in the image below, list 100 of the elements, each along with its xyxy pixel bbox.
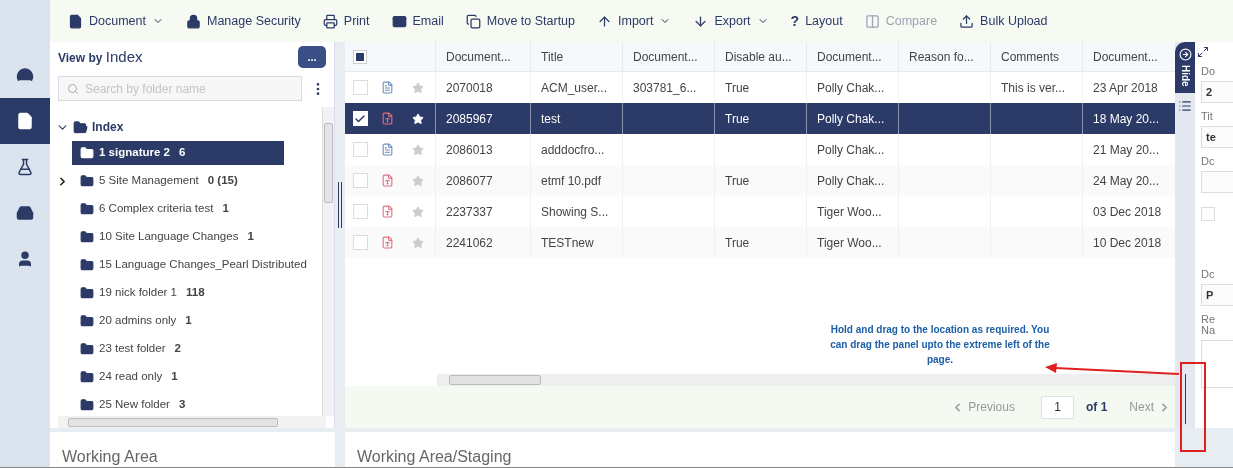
folder-item[interactable]: 1 signature 2 6 [72,141,284,165]
table-cell-text: 2085967 [446,110,493,128]
toolbar-button[interactable]: Print [322,11,370,31]
table-cell-text: True [725,110,750,128]
tree-root-label[interactable]: Index [92,118,124,136]
text-area[interactable] [1201,340,1233,388]
table-cell-text: Polly Chak... [817,172,885,190]
document-icon [68,13,83,29]
document-icon [16,112,34,130]
list-icon[interactable] [1178,98,1192,113]
more-button[interactable]: ... [298,46,326,68]
star-icon[interactable] [411,174,424,187]
toolbar-button[interactable]: Manage Security [186,11,301,31]
folder-item[interactable]: 19 nick folder 1 118 [72,281,211,305]
panel-title: Working Area [62,447,158,467]
toolbar-button[interactable]: Bulk Upload [959,11,1048,31]
table-cell-text: True [725,234,750,252]
field-label: Re Na [1201,314,1217,336]
input-field[interactable]: te [1201,126,1233,148]
toolbar-button[interactable]: Move to Startup [465,11,575,31]
row-checkbox[interactable] [352,142,368,157]
field-label: Dc [1201,269,1216,280]
folder-icon [80,174,94,188]
folder-icon [80,202,94,216]
star-icon[interactable] [411,236,424,249]
table-cell-text: ACM_user... [541,79,608,97]
table-row[interactable]: 2241062 TESTnew True Tiger Woo... 10 Dec 2018 [345,227,1175,258]
checkbox[interactable] [1201,207,1215,221]
column-header[interactable]: Disable au... [714,42,806,71]
user-icon [16,250,34,268]
star-icon[interactable] [411,205,424,218]
folder-icon [80,370,94,384]
row-checkbox[interactable] [352,235,368,250]
arrow-right-icon [1178,48,1192,61]
star-icon[interactable] [411,81,424,94]
search-icon [67,83,79,95]
row-checkbox[interactable] [352,80,368,95]
horizontal-scrollbar[interactable] [58,416,326,428]
folder-icon [80,230,94,244]
folder-item[interactable]: 15 Language Changes_Pearl Distributed [72,253,313,277]
star-icon[interactable] [411,143,424,156]
column-header[interactable]: Reason fo... [898,42,990,71]
field-label: Do [1201,66,1217,77]
table-cell-text: adddocfro... [541,141,605,159]
toolbar-button[interactable]: Document [68,11,164,31]
table-cell-text: 23 Apr 2018 [1093,79,1158,97]
folder-item[interactable]: 24 read only 1 [72,365,184,389]
question-mark-icon: ? [790,10,800,32]
folder-item[interactable]: 5 Site Management 0 (15) [72,169,244,193]
panel-title: View by Index [58,46,143,67]
table-row[interactable]: 2086077 etmf 10.pdf True Polly Chak... 24 May 20... [345,165,1175,196]
page-input[interactable]: 1 [1040,395,1074,419]
row-checkbox[interactable] [352,173,368,188]
column-header[interactable]: Document... [435,42,530,71]
folder-item[interactable]: 6 Complex criteria test 1 [72,197,235,221]
table-cell-text: Polly Chak... [817,141,885,159]
input-field[interactable] [1201,171,1233,193]
column-header[interactable]: Comments [990,42,1082,71]
table-cell-text: This is ver... [1001,79,1065,97]
folder-item[interactable]: 23 test folder 2 [72,337,187,361]
row-checkbox[interactable] [352,204,368,219]
folder-icon [80,286,94,300]
nav-item[interactable] [0,98,50,144]
table-cell-text: 2237337 [446,203,493,221]
vertical-scrollbar[interactable] [322,107,334,416]
expand-icon[interactable] [1197,46,1209,58]
table-cell-text: TESTnew [541,234,594,252]
table-cell-text: Polly Chak... [817,79,885,97]
toolbar-button[interactable]: Email [391,11,444,31]
open-folder-icon [73,119,88,135]
column-header[interactable]: Document... [622,42,714,71]
column-header[interactable]: Title [530,42,622,71]
pdf-file-icon [381,174,394,187]
annotation-text: Hold and drag to the location as required. You can drag the panel upto the extreme left of the page. [830,323,1050,367]
select-all-checkbox[interactable] [353,49,367,64]
table-cell-text: True [725,172,750,190]
input-field[interactable]: P [1201,284,1233,306]
hide-tab[interactable]: Hide [1175,42,1195,93]
word-file-icon [381,81,394,94]
pdf-file-icon [381,236,394,249]
column-header[interactable]: Document... [806,42,898,71]
field-label: Tit [1201,111,1214,122]
folder-item[interactable]: 20 admins only 1 [72,309,198,333]
toolbar-button[interactable]: Import [597,11,672,31]
toolbar-button[interactable]: ? Layout [790,10,843,32]
table-cell-text: 2070018 [446,79,493,97]
up-icon [597,13,612,29]
folder-item[interactable]: 25 New folder 3 [72,393,192,416]
horizontal-scrollbar[interactable] [437,374,1175,386]
table-cell-text: Polly Chak... [817,110,885,128]
page-count: of 1 [1085,399,1108,416]
toolbar-button[interactable]: Export [693,11,769,31]
folder-item[interactable]: 10 Site Language Changes 1 [72,225,260,249]
table-cell-text: 24 May 20... [1093,172,1160,190]
folder-icon [80,258,94,272]
input-field[interactable]: 2 [1201,81,1233,103]
table-cell-text: 303781_6... [633,79,697,97]
down-icon [693,13,709,29]
table-cell-text: Tiger Woo... [817,203,882,221]
resize-handle[interactable] [338,182,342,228]
